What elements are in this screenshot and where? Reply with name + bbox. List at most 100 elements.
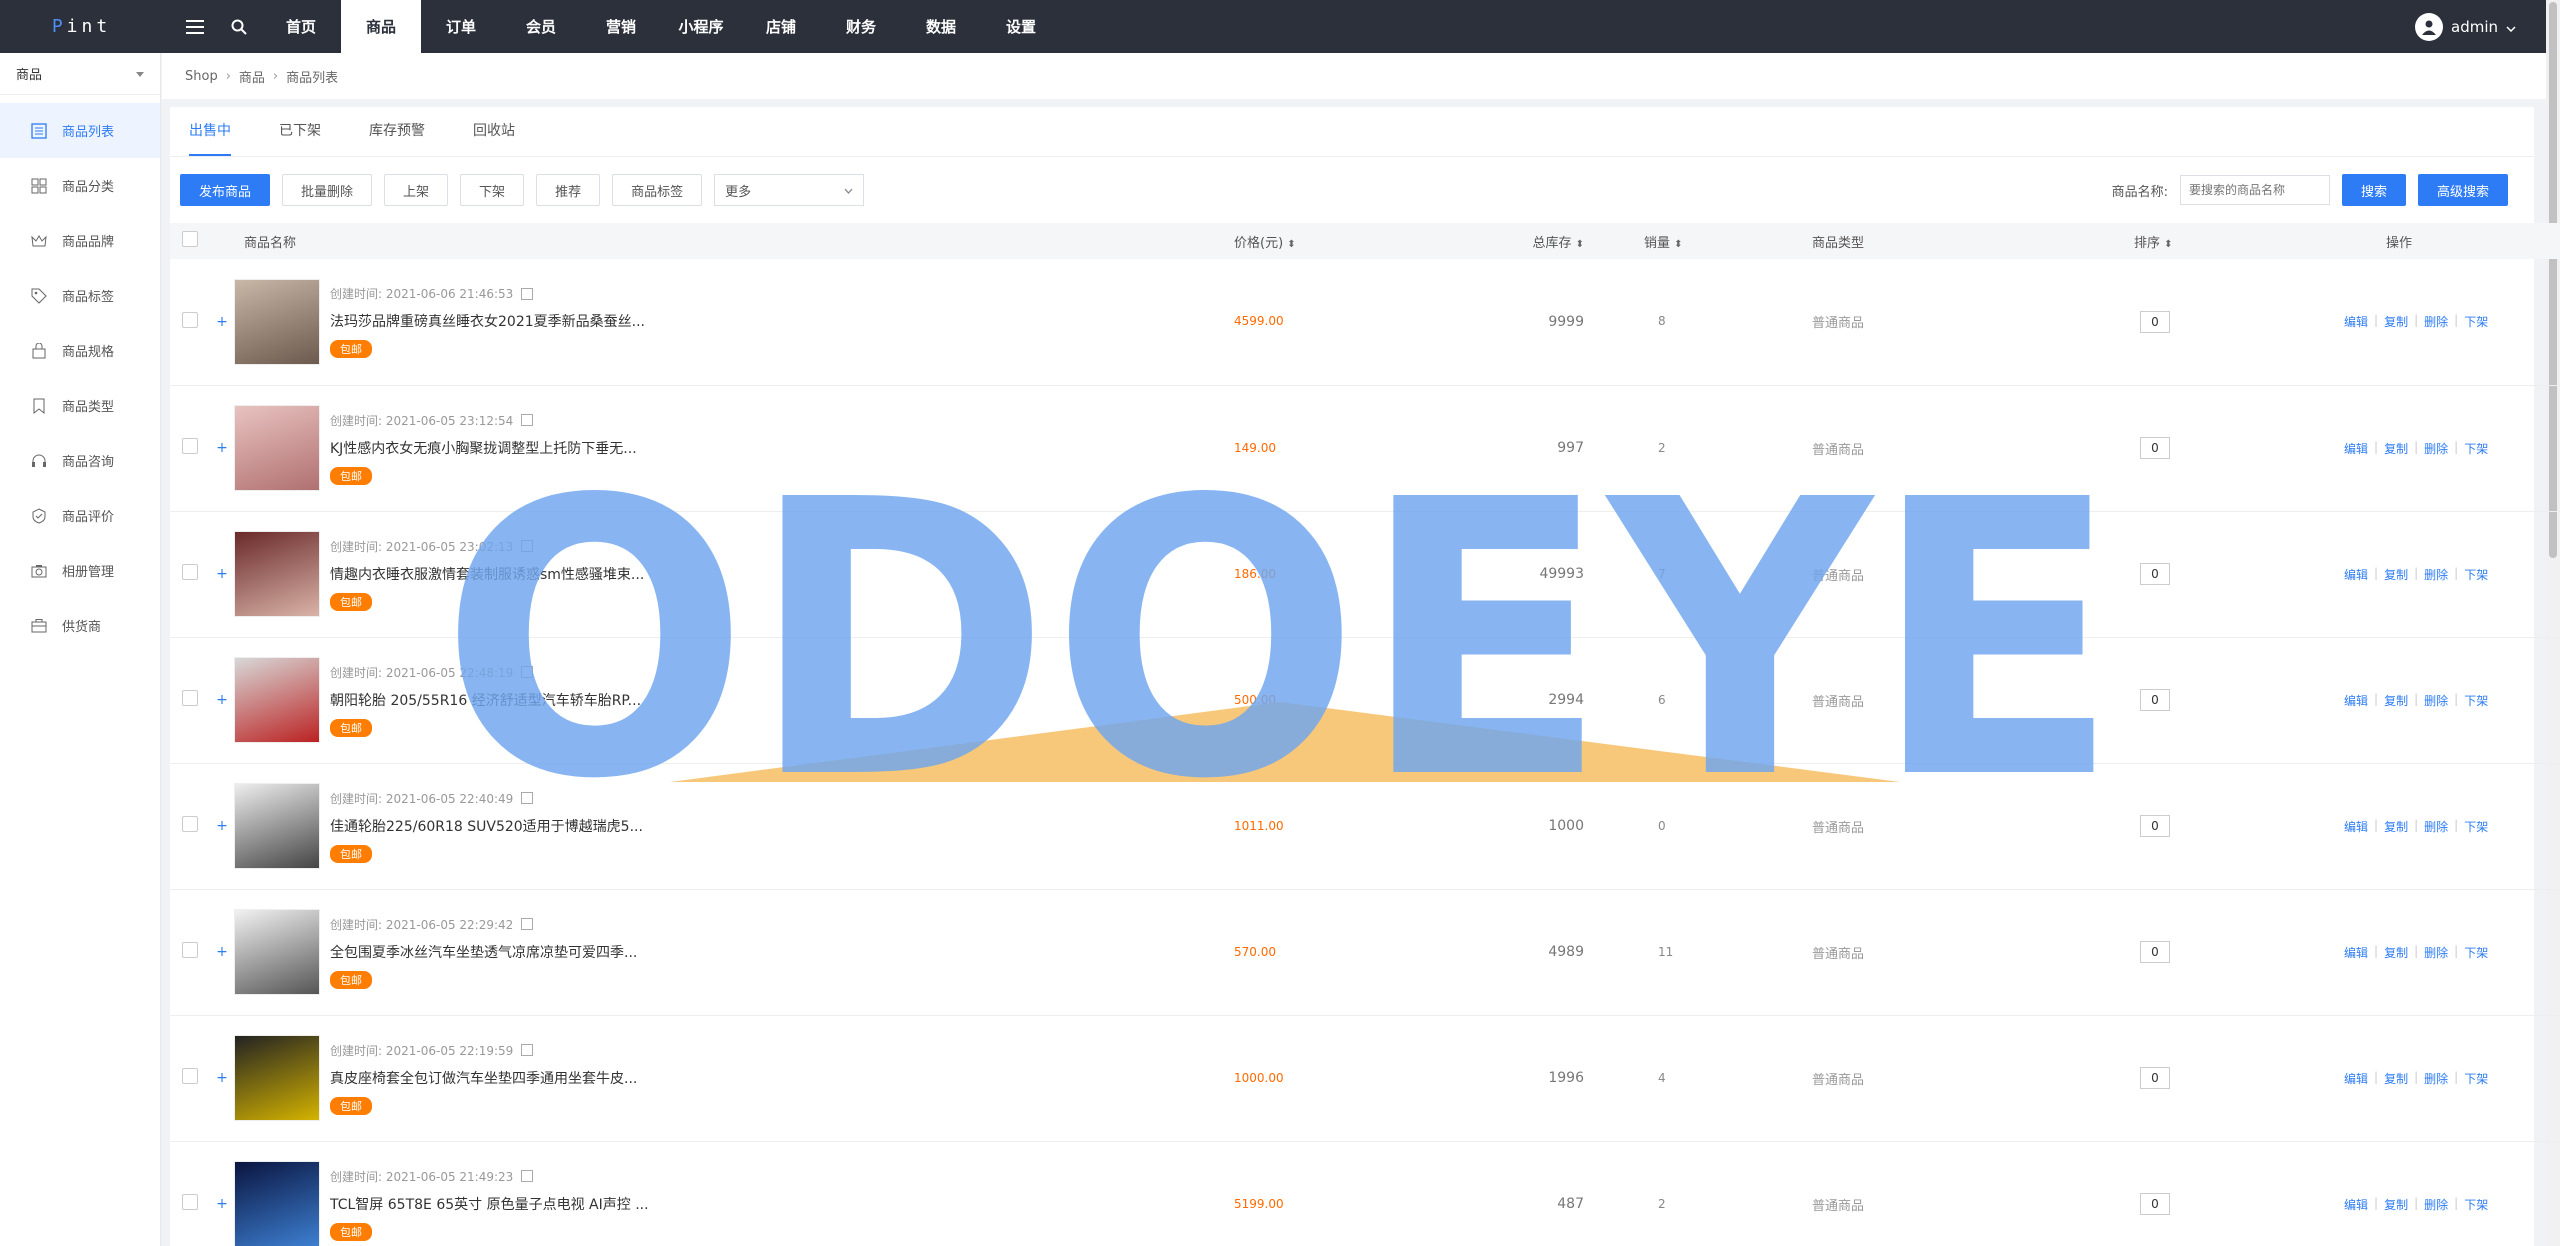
copy-link[interactable]: 复制 <box>2384 566 2408 583</box>
edit-link[interactable]: 编辑 <box>2344 1070 2368 1087</box>
sidebar-item-tags[interactable]: 商品标签 <box>0 268 160 323</box>
tab-recycle-bin[interactable]: 回收站 <box>473 120 515 156</box>
header-stock[interactable]: 总库存 ⬍ <box>1414 223 1644 259</box>
qrcode-icon[interactable] <box>521 414 534 426</box>
sort-order-input[interactable]: 0 <box>2140 310 2170 333</box>
menu-toggle-icon[interactable] <box>173 0 217 53</box>
edit-link[interactable]: 编辑 <box>2344 566 2368 583</box>
sort-order-input[interactable]: 0 <box>2140 815 2170 837</box>
row-checkbox[interactable] <box>182 438 198 454</box>
sort-order-input[interactable]: 0 <box>2140 941 2170 963</box>
row-checkbox[interactable] <box>182 942 198 958</box>
search-button[interactable]: 搜索 <box>2341 174 2406 206</box>
product-name[interactable]: 法玛莎品牌重磅真丝睡衣女2021夏季新品桑蚕丝... <box>330 311 645 331</box>
row-checkbox[interactable] <box>182 816 198 832</box>
breadcrumb-goods[interactable]: 商品 <box>239 67 265 86</box>
edit-link[interactable]: 编辑 <box>2344 440 2368 457</box>
nav-miniprogram[interactable]: 小程序 <box>661 0 741 53</box>
delete-link[interactable]: 删除 <box>2424 944 2448 961</box>
on-shelf-button[interactable]: 上架 <box>384 174 449 206</box>
breadcrumb-shop[interactable]: Shop <box>185 69 218 84</box>
row-checkbox[interactable] <box>182 311 198 328</box>
expand-row-icon[interactable]: + <box>216 440 228 456</box>
product-name[interactable]: 真皮座椅套全包订做汽车坐垫四季通用坐套牛皮... <box>330 1068 637 1088</box>
nav-finance[interactable]: 财务 <box>821 0 901 53</box>
nav-members[interactable]: 会员 <box>501 0 581 53</box>
batch-delete-button[interactable]: 批量删除 <box>282 174 373 206</box>
delete-link[interactable]: 删除 <box>2424 818 2448 835</box>
off-shelf-link[interactable]: 下架 <box>2464 1196 2488 1213</box>
user-menu[interactable]: admin <box>2415 0 2546 53</box>
expand-row-icon[interactable]: + <box>216 314 228 330</box>
sidebar-item-supplier[interactable]: 供货商 <box>0 598 160 653</box>
nav-goods[interactable]: 商品 <box>341 0 421 53</box>
product-name[interactable]: KJ性感内衣女无痕小胸聚拢调整型上托防下垂无... <box>330 438 637 458</box>
sort-order-input[interactable]: 0 <box>2140 1067 2170 1089</box>
tab-stock-warning[interactable]: 库存预警 <box>369 120 425 156</box>
product-thumbnail[interactable] <box>234 783 320 869</box>
goods-name-search-input[interactable] <box>2179 175 2330 205</box>
sidebar-item-brand[interactable]: 商品品牌 <box>0 213 160 268</box>
sort-order-input[interactable]: 0 <box>2140 437 2170 459</box>
copy-link[interactable]: 复制 <box>2384 1196 2408 1213</box>
tab-on-sale[interactable]: 出售中 <box>189 120 231 156</box>
sidebar-item-specs[interactable]: 商品规格 <box>0 323 160 378</box>
product-name[interactable]: 佳通轮胎225/60R18 SUV520适用于博越瑞虎5... <box>330 816 643 836</box>
sidebar-item-reviews[interactable]: 商品评价 <box>0 488 160 543</box>
row-checkbox[interactable] <box>182 564 198 580</box>
nav-settings[interactable]: 设置 <box>981 0 1061 53</box>
qrcode-icon[interactable] <box>521 1044 534 1056</box>
edit-link[interactable]: 编辑 <box>2344 692 2368 709</box>
expand-row-icon[interactable]: + <box>216 1196 228 1212</box>
sidebar-item-consult[interactable]: 商品咨询 <box>0 433 160 488</box>
qrcode-icon[interactable] <box>521 1170 534 1182</box>
off-shelf-link[interactable]: 下架 <box>2464 692 2488 709</box>
nav-home[interactable]: 首页 <box>261 0 341 53</box>
more-select[interactable]: 更多 <box>714 174 865 206</box>
edit-link[interactable]: 编辑 <box>2344 818 2368 835</box>
edit-link[interactable]: 编辑 <box>2344 313 2368 330</box>
publish-goods-button[interactable]: 发布商品 <box>180 174 271 206</box>
product-thumbnail[interactable] <box>234 909 320 995</box>
select-all-checkbox[interactable] <box>182 231 198 247</box>
delete-link[interactable]: 删除 <box>2424 1196 2448 1213</box>
edit-link[interactable]: 编辑 <box>2344 944 2368 961</box>
copy-link[interactable]: 复制 <box>2384 1070 2408 1087</box>
expand-row-icon[interactable]: + <box>216 692 228 708</box>
copy-link[interactable]: 复制 <box>2384 818 2408 835</box>
product-thumbnail[interactable] <box>234 531 320 617</box>
nav-marketing[interactable]: 营销 <box>581 0 661 53</box>
delete-link[interactable]: 删除 <box>2424 1070 2448 1087</box>
copy-link[interactable]: 复制 <box>2384 440 2408 457</box>
copy-link[interactable]: 复制 <box>2384 944 2408 961</box>
qrcode-icon[interactable] <box>521 540 534 552</box>
expand-row-icon[interactable]: + <box>216 1070 228 1086</box>
tab-off-shelf[interactable]: 已下架 <box>279 120 321 156</box>
off-shelf-link[interactable]: 下架 <box>2464 1070 2488 1087</box>
sort-order-input[interactable]: 0 <box>2140 689 2170 711</box>
copy-link[interactable]: 复制 <box>2384 313 2408 330</box>
off-shelf-link[interactable]: 下架 <box>2464 566 2488 583</box>
qrcode-icon[interactable] <box>521 918 534 930</box>
nav-orders[interactable]: 订单 <box>421 0 501 53</box>
row-checkbox[interactable] <box>182 1194 198 1210</box>
delete-link[interactable]: 删除 <box>2424 313 2448 330</box>
off-shelf-link[interactable]: 下架 <box>2464 818 2488 835</box>
search-icon[interactable] <box>217 0 261 53</box>
product-thumbnail[interactable] <box>234 1035 320 1121</box>
edit-link[interactable]: 编辑 <box>2344 1196 2368 1213</box>
qrcode-icon[interactable] <box>521 287 534 300</box>
qrcode-icon[interactable] <box>521 666 534 678</box>
expand-row-icon[interactable]: + <box>216 818 228 834</box>
off-shelf-button[interactable]: 下架 <box>460 174 525 206</box>
expand-row-icon[interactable]: + <box>216 944 228 960</box>
nav-store[interactable]: 店铺 <box>741 0 821 53</box>
expand-row-icon[interactable]: + <box>216 566 228 582</box>
header-sort[interactable]: 排序 ⬍ <box>2014 223 2244 259</box>
sort-order-input[interactable]: 0 <box>2140 563 2170 585</box>
sidebar-item-types[interactable]: 商品类型 <box>0 378 160 433</box>
delete-link[interactable]: 删除 <box>2424 566 2448 583</box>
product-name[interactable]: TCL智屏 65T8E 65英寸 原色量子点电视 AI声控 ... <box>330 1194 649 1214</box>
sidebar-item-category[interactable]: 商品分类 <box>0 158 160 213</box>
recommend-button[interactable]: 推荐 <box>536 174 601 206</box>
